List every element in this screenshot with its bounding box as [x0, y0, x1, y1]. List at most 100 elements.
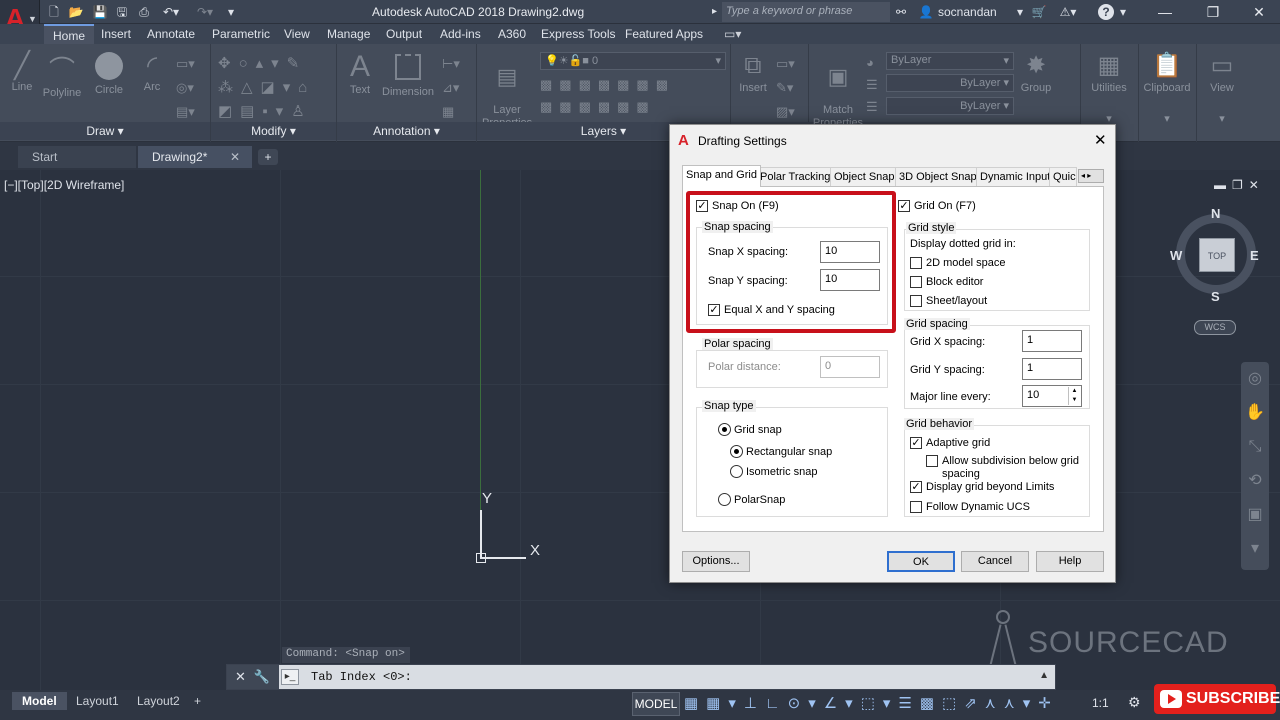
follow-dynamic-ucs-label[interactable]: Follow Dynamic UCS [926, 501, 1030, 513]
tab-express-tools[interactable]: Express Tools [541, 24, 615, 44]
grid-x-spacing-input[interactable]: 1 [1022, 330, 1082, 352]
command-line[interactable]: ✕🔧 ▸_ Tab Index <0>: ▲ [226, 664, 1056, 690]
grid-sheet-layout-checkbox[interactable] [910, 295, 922, 307]
dimension-tool[interactable]: Dimension [380, 50, 436, 98]
text-tool[interactable]: A Text [342, 50, 378, 96]
tab-parametric[interactable]: Parametric [212, 24, 270, 44]
grid-sheet-layout-label[interactable]: Sheet/layout [926, 295, 987, 307]
linetype-dropdown[interactable]: ByLayer ▾ [886, 97, 1014, 115]
polyline-tool[interactable]: ⌒ Polyline [40, 50, 84, 99]
major-line-input[interactable]: 10 ▲ ▼ [1022, 385, 1082, 407]
grid-block-editor-label[interactable]: Block editor [926, 276, 983, 288]
qat-dropdown-icon[interactable]: ▾ [224, 4, 238, 20]
model-space-toggle[interactable]: MODEL [632, 692, 680, 716]
search-expand-icon[interactable]: ▸ [712, 6, 717, 17]
arc-tool[interactable]: ◜ Arc [134, 50, 170, 93]
account-icon[interactable]: ⚠▾ [1054, 4, 1082, 20]
polar-snap-radio[interactable] [718, 493, 731, 506]
grid-beyond-limits-label[interactable]: Display grid beyond Limits [926, 481, 1054, 493]
save-as-icon[interactable]: 🖫 [114, 4, 130, 20]
modify-tools[interactable]: ✥○▴▾✎ ⁂△◪▾⌂ ◩▤▪▾♙ [218, 52, 315, 124]
isometric-snap-label[interactable]: Isometric snap [746, 466, 818, 478]
new-file-icon[interactable]: 🗋 [46, 4, 62, 20]
allow-subdivision-label[interactable]: Allow subdivision below grid [942, 455, 1079, 467]
user-dropdown-icon[interactable]: ▾ [1014, 4, 1026, 20]
allow-subdivision-checkbox[interactable] [926, 455, 938, 467]
undo-icon[interactable]: ↶▾ [158, 4, 184, 20]
polar-snap-label[interactable]: PolarSnap [734, 494, 785, 506]
command-history-toggle[interactable]: ▲ [1039, 670, 1049, 681]
save-icon[interactable]: 💾 [92, 4, 108, 20]
navbar-dropdown-icon[interactable]: ▾ [1241, 532, 1269, 566]
close-icon[interactable]: ✕ [1094, 131, 1107, 149]
line-tool[interactable]: ╱ Line [4, 50, 40, 93]
rectangular-snap-radio[interactable] [730, 445, 743, 458]
add-layout-button[interactable]: + [190, 692, 205, 710]
grid-beyond-limits-checkbox[interactable]: ✓ [910, 481, 922, 493]
compass-west[interactable]: W [1170, 248, 1182, 263]
command-line-tools[interactable]: ✕🔧 [227, 665, 279, 689]
grid-2d-model-label[interactable]: 2D model space [926, 257, 1006, 269]
grid-on-checkbox[interactable]: ✓ [898, 200, 910, 212]
layer-small-tools[interactable]: ▩▩▩▩▩▩▩ ▩▩▩▩▩▩ [540, 74, 675, 118]
viewcube-top-face[interactable]: TOP [1199, 238, 1235, 272]
clipboard-tool[interactable]: 📋 Clipboard ▾ [1142, 50, 1192, 125]
close-button[interactable]: ✕ [1236, 0, 1280, 24]
orbit-icon[interactable]: ⟲ [1241, 464, 1269, 498]
navigation-bar[interactable]: ◎ ✋ ⤡ ⟲ ▣ ▾ [1241, 362, 1269, 570]
compass-north[interactable]: N [1211, 206, 1220, 221]
cart-icon[interactable]: 🛒 [1030, 4, 1048, 20]
tab-add-ins[interactable]: Add-ins [440, 24, 481, 44]
command-input[interactable]: Tab Index <0>: [311, 670, 412, 684]
circle-tool[interactable]: Circle [88, 50, 130, 96]
group-tool[interactable]: ✸ Group [1016, 50, 1056, 94]
help-button[interactable]: Help [1036, 551, 1104, 572]
cancel-button[interactable]: Cancel [961, 551, 1029, 572]
grid-snap-label[interactable]: Grid snap [734, 424, 782, 436]
restore-button[interactable]: ❐ [1190, 0, 1236, 24]
doc-tab-start[interactable]: Start [18, 146, 136, 168]
tab-object-snap[interactable]: Object Snap [830, 167, 899, 187]
tab-3d-object-snap[interactable]: 3D Object Snap [895, 167, 981, 187]
help-dropdown-icon[interactable]: ▾ [1118, 4, 1128, 20]
search-input[interactable]: Type a keyword or phrase [722, 2, 890, 22]
zoom-extents-icon[interactable]: ⤡ [1241, 430, 1269, 464]
tab-home[interactable]: Home [44, 24, 95, 44]
annotation-scale[interactable]: 1:1 [1092, 696, 1109, 710]
insert-tool[interactable]: ⧉ Insert [734, 50, 772, 94]
isometric-snap-radio[interactable] [730, 465, 743, 478]
utilities-tool[interactable]: ▦ Utilities ▾ [1084, 50, 1134, 125]
rectangular-snap-label[interactable]: Rectangular snap [746, 446, 832, 458]
block-small-tools[interactable]: ▭▾ ✎▾ ▨▾ [776, 52, 795, 124]
tab-annotate[interactable]: Annotate [147, 24, 195, 44]
tab-featured-apps[interactable]: Featured Apps [625, 24, 703, 44]
new-tab-button[interactable]: + [258, 149, 278, 165]
binoculars-icon[interactable]: ⚯ [892, 4, 910, 20]
lineweight-dropdown[interactable]: ByLayer ▾ [886, 74, 1014, 92]
help-icon[interactable]: ? [1098, 4, 1114, 20]
doc-tab-drawing2[interactable]: Drawing2* ✕ [138, 146, 252, 168]
color-dropdown[interactable]: ByLayer ▾ [886, 52, 1014, 70]
pan-icon[interactable]: ✋ [1241, 396, 1269, 430]
annotation-small-tools[interactable]: ⊢▾ ⊿▾ ▦ [442, 52, 460, 124]
adaptive-grid-checkbox[interactable]: ✓ [910, 437, 922, 449]
user-name[interactable]: socnandan [938, 5, 997, 19]
ribbon-options-icon[interactable]: ▭▾ [724, 24, 741, 44]
ok-button[interactable]: OK [887, 551, 955, 572]
panel-draw[interactable]: Draw ▾ [0, 122, 210, 140]
tab-output[interactable]: Output [386, 24, 422, 44]
tab-snap-and-grid[interactable]: Snap and Grid [682, 165, 761, 187]
status-toggles[interactable]: ▦▦▾⊥∟⊙▾∠▾⬚▾☰▩⬚⇗⋏⋏▾✛ [684, 694, 1059, 712]
follow-dynamic-ucs-checkbox[interactable] [910, 501, 922, 513]
steering-wheel-icon[interactable]: ◎ [1241, 362, 1269, 396]
close-icon[interactable]: ✕ [230, 146, 240, 168]
command-prompt-icon[interactable]: ▸_ [281, 669, 299, 685]
polar-distance-input[interactable]: 0 [820, 356, 880, 378]
panel-modify[interactable]: Modify ▾ [211, 122, 336, 140]
tab-insert[interactable]: Insert [101, 24, 131, 44]
viewport-window-controls[interactable]: ▬❐✕ [1214, 178, 1265, 192]
allow-subdivision-label-cont[interactable]: spacing [942, 468, 980, 480]
wcs-menu[interactable]: WCS [1194, 320, 1236, 335]
view-tool[interactable]: ▭ View ▾ [1200, 50, 1244, 125]
compass-east[interactable]: E [1250, 248, 1259, 263]
